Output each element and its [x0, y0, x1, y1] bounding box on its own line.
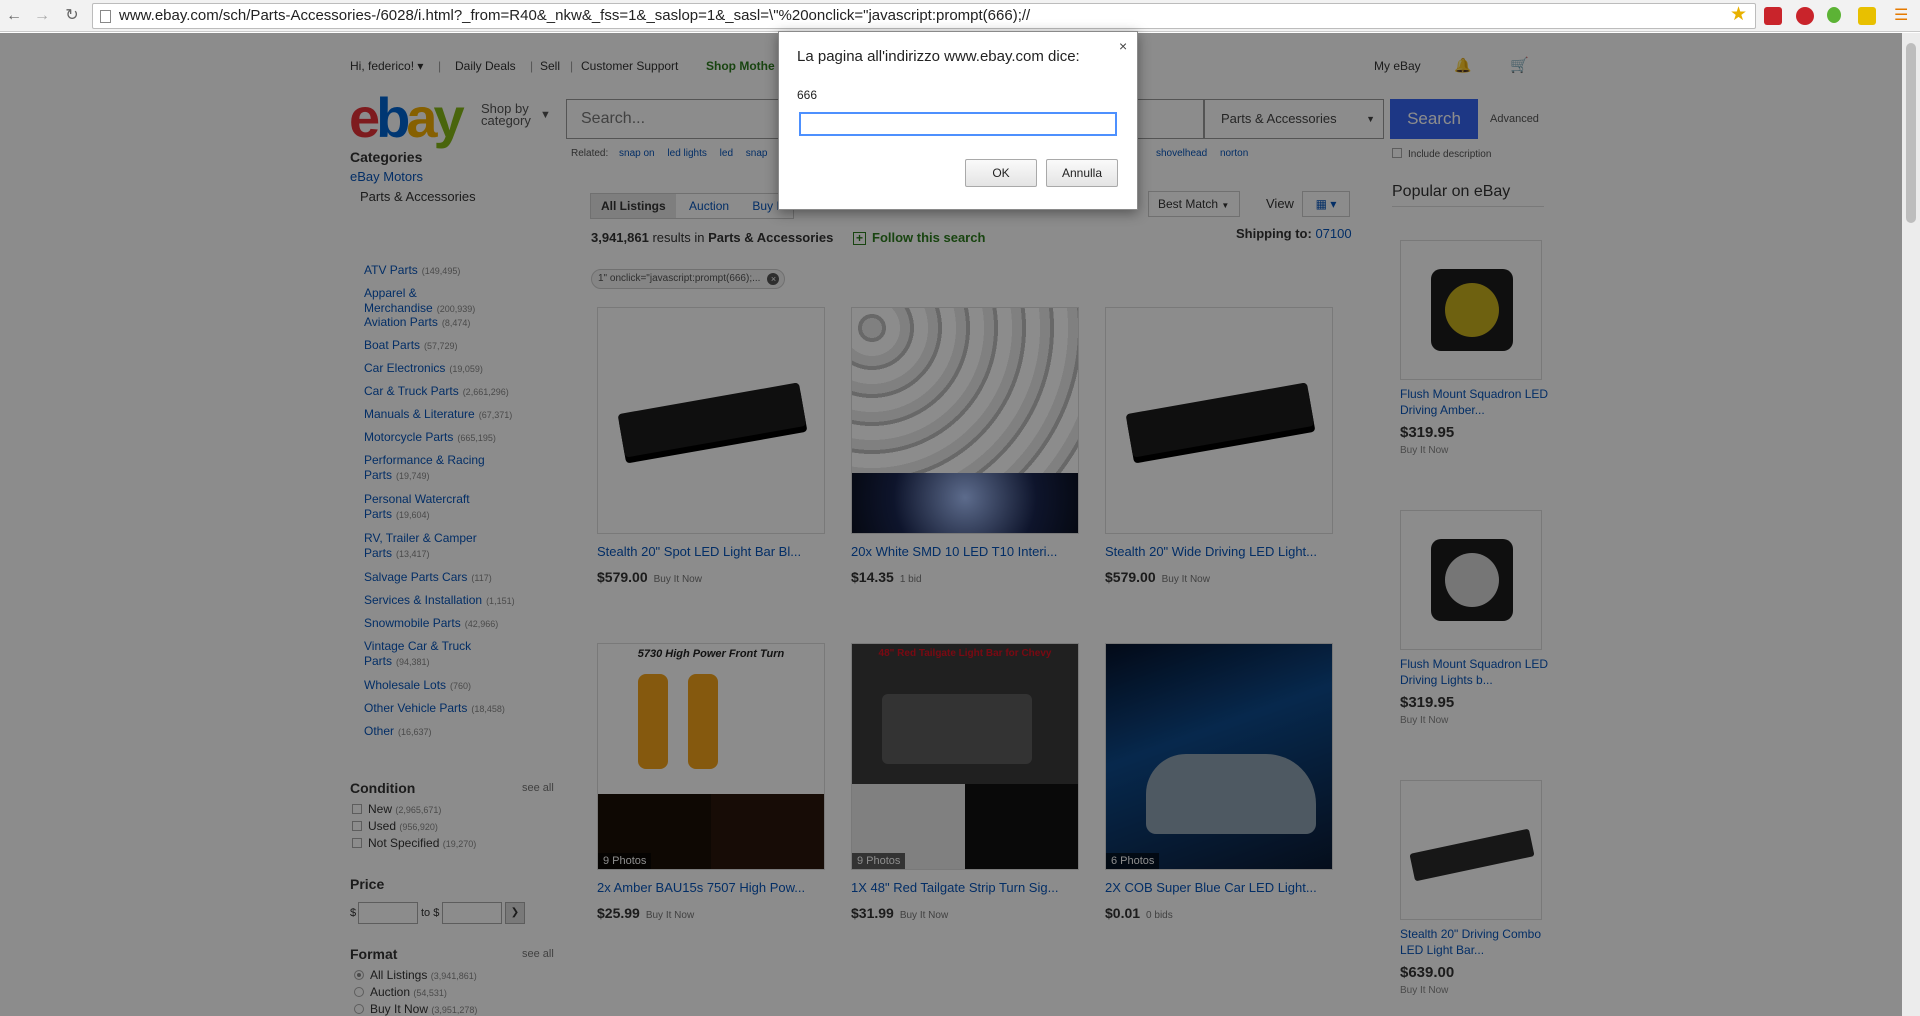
extension-leaf-icon[interactable] [1827, 7, 1841, 23]
extension-alert-icon[interactable] [1796, 7, 1814, 25]
dialog-message: 666 [797, 88, 818, 102]
url-text: www.ebay.com/sch/Parts-Accessories-/6028… [119, 7, 1031, 24]
forward-arrow-icon[interactable]: → [32, 6, 52, 26]
back-arrow-icon[interactable]: ← [4, 6, 24, 26]
page-scrollbar[interactable] [1902, 33, 1920, 1016]
dialog-title: La pagina all'indirizzo www.ebay.com dic… [797, 48, 1080, 65]
prompt-dialog: La pagina all'indirizzo www.ebay.com dic… [778, 31, 1138, 210]
browser-toolbar: ← → ↻ www.ebay.com/sch/Parts-Accessories… [0, 0, 1920, 32]
reload-icon[interactable]: ↻ [62, 6, 82, 26]
cancel-button[interactable]: Annulla [1046, 159, 1118, 187]
ok-button[interactable]: OK [965, 159, 1037, 187]
bookmark-star-icon[interactable]: ★ [1730, 4, 1747, 26]
prompt-input[interactable] [799, 112, 1117, 136]
page-icon [100, 10, 111, 23]
extension-lock-icon[interactable] [1858, 7, 1876, 25]
close-icon[interactable]: × [1119, 38, 1127, 54]
extension-red-icon[interactable] [1764, 7, 1782, 25]
scroll-thumb[interactable] [1906, 43, 1916, 223]
address-bar[interactable]: www.ebay.com/sch/Parts-Accessories-/6028… [92, 3, 1756, 29]
browser-menu-icon[interactable]: ☰ [1894, 6, 1908, 26]
